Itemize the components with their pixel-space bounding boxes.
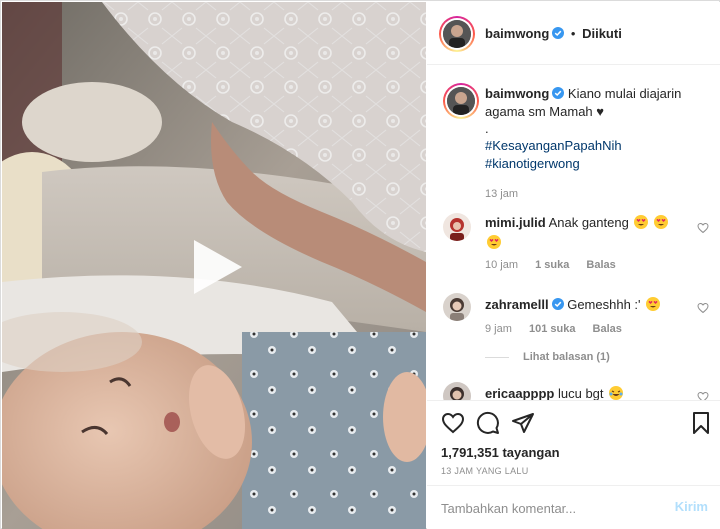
commenter-username[interactable]: mimi.julid [485, 215, 546, 230]
commenter-username[interactable]: zahramelll [485, 297, 549, 312]
comment-input[interactable] [441, 498, 661, 518]
posted-time[interactable]: 13 JAM YANG LALU [441, 466, 529, 476]
view-replies-button[interactable]: Lihat balasan (1) [485, 351, 610, 363]
save-bookmark-icon[interactable] [689, 411, 713, 435]
comment-item: mimi.julid Anak ganteng 10 jam 1 suka Ba… [443, 213, 713, 273]
view-count[interactable]: 1,791,351 tayangan [441, 445, 560, 460]
follow-status-button[interactable]: Diikuti [582, 26, 622, 41]
avatar-photo [443, 213, 471, 241]
commenter-username[interactable]: ericaapppp [485, 386, 554, 400]
post-comment-button[interactable]: Kirim [675, 499, 708, 514]
caption-dot: . [485, 121, 489, 136]
commenter-avatar[interactable] [443, 382, 471, 400]
avatar-photo [443, 382, 471, 400]
caption-username[interactable]: baimwong [485, 86, 549, 101]
comment-text: lucu bgt [557, 386, 604, 400]
comment-bubble-icon[interactable] [476, 411, 500, 435]
comment-time[interactable]: 10 jam [485, 259, 518, 271]
replies-divider [485, 356, 509, 358]
add-comment-form: Kirim [427, 485, 720, 529]
separator-dot: • [570, 26, 576, 41]
post-modal: baimwong • Diikuti baimwong Kiano mulai … [0, 0, 720, 529]
hashtag-link[interactable]: #kianotigerwong [485, 155, 710, 173]
like-comment-heart-icon[interactable] [697, 391, 709, 400]
heart-eyes-emoji-icon [654, 215, 669, 229]
view-replies-label: Lihat balasan (1) [523, 351, 610, 363]
author-avatar[interactable] [439, 16, 475, 52]
like-comment-heart-icon[interactable] [697, 302, 709, 314]
avatar-photo [443, 293, 471, 321]
action-bar: 1,791,351 tayangan 13 JAM YANG LALU [427, 400, 720, 483]
heart-eyes-emoji-icon [487, 235, 501, 249]
heart-emoji: ♥ [596, 104, 604, 119]
share-paper-plane-icon[interactable] [511, 411, 535, 435]
heart-eyes-emoji-icon [634, 215, 649, 229]
hashtag-link[interactable]: #KesayanganPapahNih [485, 137, 710, 155]
reply-button[interactable]: Balas [586, 259, 615, 271]
avatar-photo [443, 20, 471, 48]
post-side-panel: baimwong • Diikuti baimwong Kiano mulai … [427, 2, 720, 529]
commenter-avatar[interactable] [443, 293, 471, 321]
like-comment-heart-icon[interactable] [697, 222, 709, 234]
play-icon[interactable] [188, 238, 246, 296]
comment-likes[interactable]: 101 suka [529, 323, 575, 335]
comment-item: zahramelll Gemeshhh :' 9 jam 101 suka Ba… [443, 293, 713, 337]
caption-avatar[interactable] [443, 83, 479, 119]
caption-time[interactable]: 13 jam [485, 185, 710, 203]
verified-badge-icon [552, 27, 565, 39]
comment-likes[interactable]: 1 suka [535, 259, 569, 271]
avatar-photo [447, 87, 475, 115]
comment-item: ericaapppp lucu bgt [443, 382, 713, 400]
comment-text: Gemeshhh :' [567, 297, 641, 312]
post-video[interactable] [2, 2, 426, 529]
verified-badge-icon [551, 298, 564, 310]
comments-list[interactable]: baimwong Kiano mulai diajarin agama sm M… [427, 66, 720, 400]
commenter-avatar[interactable] [443, 213, 471, 241]
heart-eyes-emoji-icon [646, 297, 661, 311]
author-username[interactable]: baimwong [485, 26, 549, 41]
post-header: baimwong • Diikuti [427, 2, 720, 65]
verified-badge-icon [552, 87, 565, 99]
like-heart-icon[interactable] [441, 411, 465, 435]
crying-laughing-emoji-icon [609, 386, 624, 400]
comment-time[interactable]: 9 jam [485, 323, 512, 335]
reply-button[interactable]: Balas [593, 323, 622, 335]
comment-text: Anak ganteng [548, 215, 629, 230]
